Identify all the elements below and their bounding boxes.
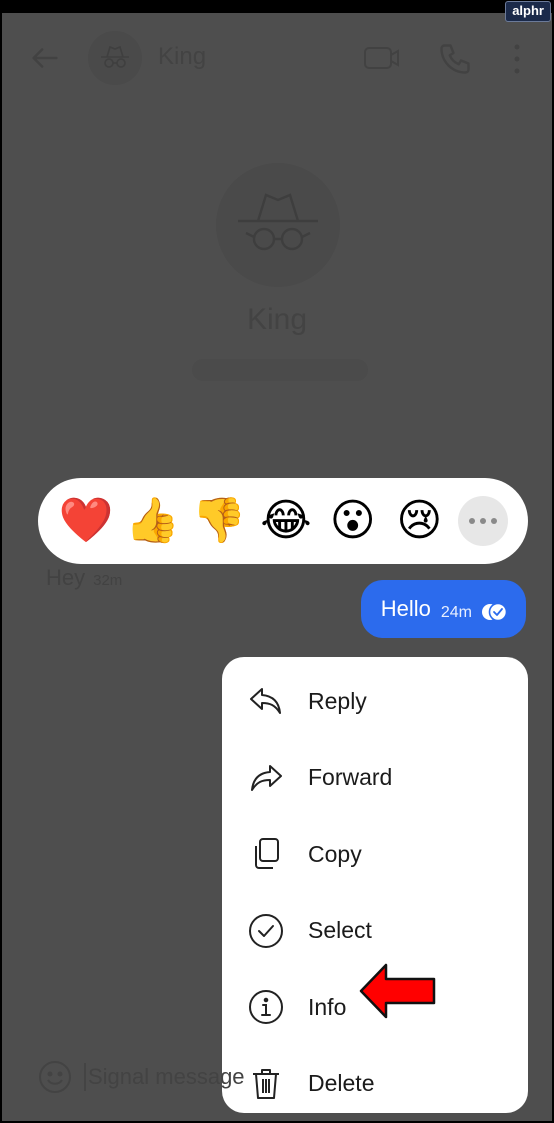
menu-item-forward[interactable]: Forward xyxy=(222,740,528,817)
menu-item-label: Reply xyxy=(308,687,367,714)
menu-item-label: Info xyxy=(308,993,347,1020)
delivered-check-icon xyxy=(482,602,508,622)
more-vertical-icon[interactable] xyxy=(507,39,527,79)
forward-icon xyxy=(248,760,284,796)
phone-screen: King King Hey 32m Hello 24m ❤️ 👍 👎 😂 😮 😢 … xyxy=(2,13,552,1121)
menu-item-label: Forward xyxy=(308,764,393,791)
reaction-tears-of-joy[interactable]: 😂 xyxy=(258,493,314,549)
outgoing-message[interactable]: Hello 24m xyxy=(360,580,526,638)
message-composer[interactable]: Signal message xyxy=(38,1057,245,1097)
reply-icon xyxy=(248,683,284,719)
message-input-placeholder[interactable]: Signal message xyxy=(88,1064,245,1090)
contact-name[interactable]: King xyxy=(158,43,206,71)
message-text: Hello xyxy=(380,596,431,621)
profile-avatar xyxy=(216,163,340,287)
message-text: Hey xyxy=(46,565,86,590)
menu-item-label: Delete xyxy=(308,1070,375,1097)
menu-item-reply[interactable]: Reply xyxy=(222,663,528,740)
menu-item-delete[interactable]: Delete xyxy=(222,1046,528,1122)
conversation-header: King xyxy=(2,13,552,103)
reaction-thumbs-up[interactable]: 👍 xyxy=(125,493,181,549)
incognito-avatar-icon xyxy=(238,193,318,251)
reaction-picker: ❤️ 👍 👎 😂 😮 😢 xyxy=(38,478,528,564)
menu-item-select[interactable]: Select xyxy=(222,893,528,970)
text-cursor xyxy=(84,1063,86,1091)
incoming-message[interactable]: Hey 32m xyxy=(46,565,122,591)
incognito-avatar-icon xyxy=(101,45,129,68)
alphr-watermark: alphr xyxy=(505,1,551,22)
profile-subtitle-pill xyxy=(192,359,368,381)
trash-icon xyxy=(248,1066,284,1102)
emoji-icon[interactable] xyxy=(38,1060,72,1094)
message-time: 24m xyxy=(440,604,472,621)
reaction-thumbs-down[interactable]: 👎 xyxy=(191,493,247,549)
back-arrow-icon[interactable] xyxy=(28,41,62,75)
menu-item-label: Select xyxy=(308,917,372,944)
menu-item-label: Copy xyxy=(308,840,362,867)
more-horizontal-icon xyxy=(468,518,475,524)
message-context-menu: Reply Forward Copy Select Info Delete xyxy=(222,657,528,1113)
phone-icon[interactable] xyxy=(437,41,473,77)
profile-name: King xyxy=(246,303,308,336)
video-call-icon[interactable] xyxy=(362,43,402,73)
copy-icon xyxy=(248,836,284,872)
reaction-heart[interactable]: ❤️ xyxy=(58,493,114,549)
reaction-surprised[interactable]: 😮 xyxy=(325,493,381,549)
info-icon xyxy=(248,989,284,1025)
message-time: 32m xyxy=(93,572,123,589)
select-check-icon xyxy=(248,913,284,949)
more-reactions-button[interactable] xyxy=(457,496,508,546)
red-annotation-arrow-icon xyxy=(359,963,436,1019)
contact-avatar[interactable] xyxy=(88,31,142,85)
menu-item-copy[interactable]: Copy xyxy=(222,816,528,893)
reaction-crying[interactable]: 😢 xyxy=(391,493,447,549)
